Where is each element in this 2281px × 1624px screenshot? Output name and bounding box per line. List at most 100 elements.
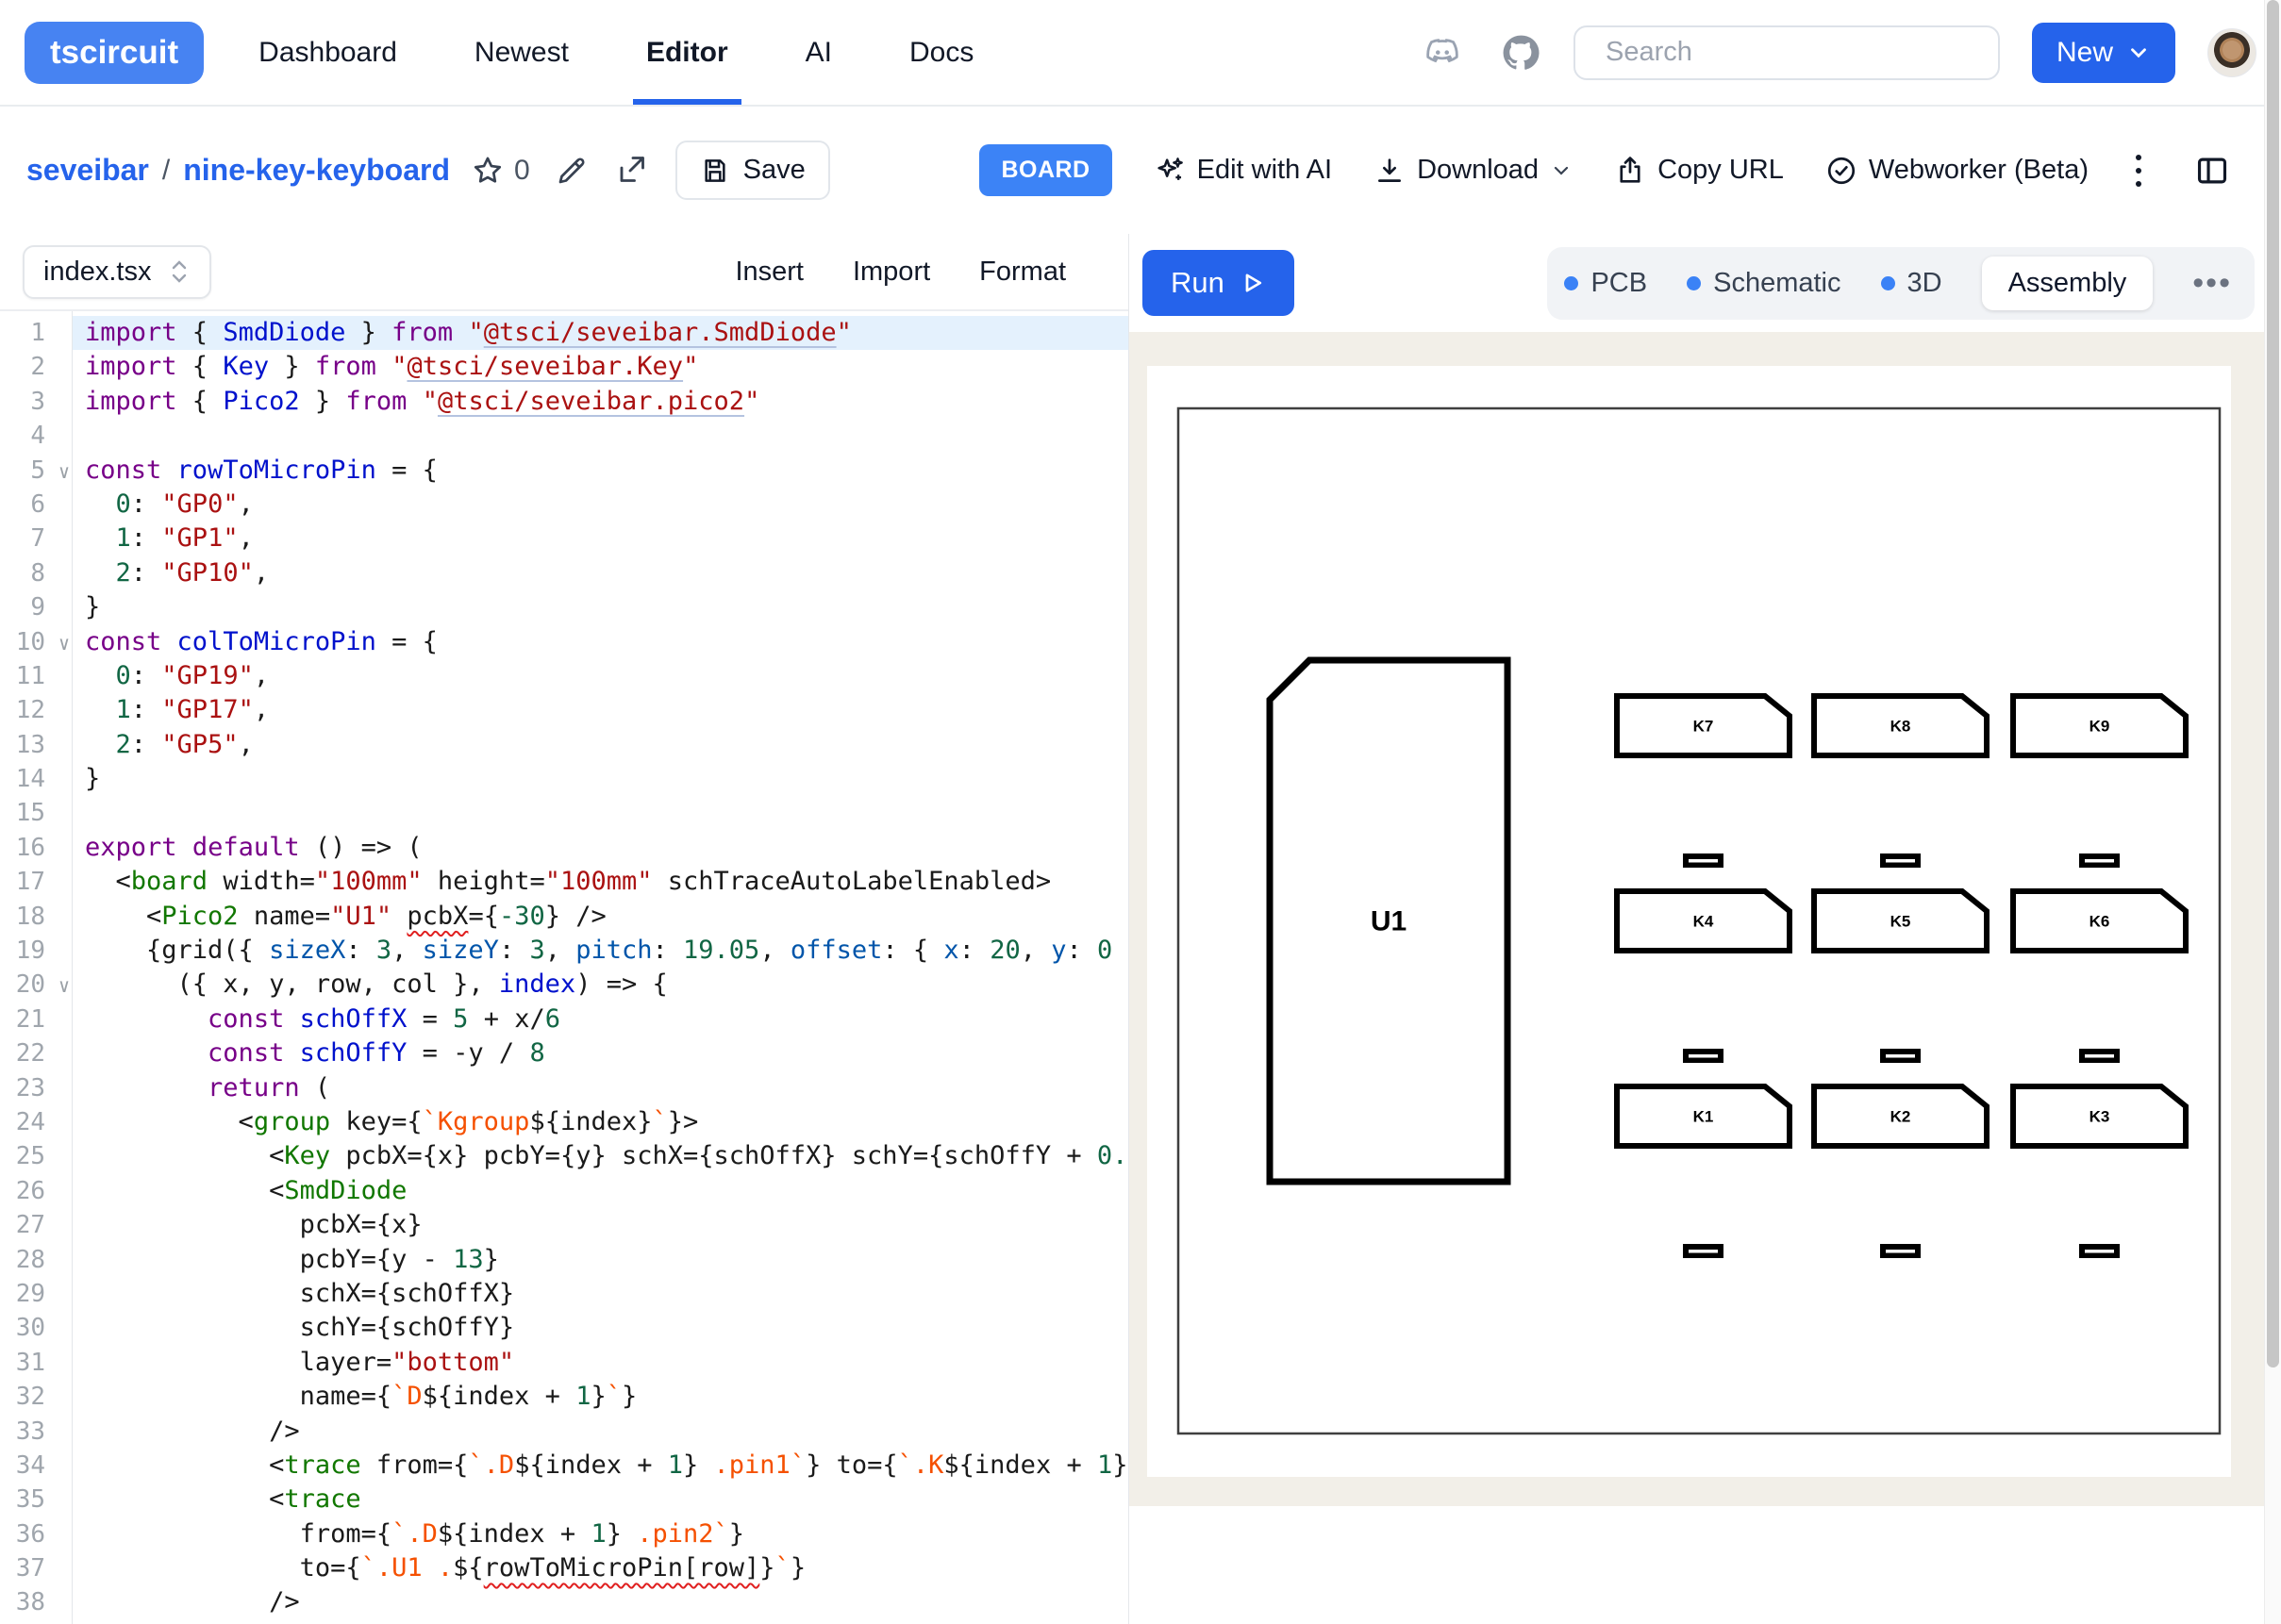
diode-slot (2085, 1250, 2114, 1253)
line-number[interactable]: 38 (0, 1585, 72, 1619)
code-line: 32 name={`D${index + 1}`} (0, 1380, 1128, 1414)
line-number[interactable]: 17 (0, 865, 72, 899)
tab-label: PCB (1590, 268, 1647, 299)
line-number[interactable]: 3 (0, 385, 72, 419)
tab-assembly[interactable]: Assembly (1982, 257, 2154, 310)
board-badge[interactable]: BOARD (979, 144, 1111, 196)
line-number[interactable]: 14 (0, 762, 72, 796)
nav-item-dashboard[interactable]: Dashboard (258, 37, 397, 69)
line-number[interactable]: 31 (0, 1346, 72, 1380)
tab-dot-icon (1687, 276, 1701, 290)
search-input[interactable] (1573, 25, 2000, 80)
breadcrumb-owner[interactable]: seveibar (26, 153, 149, 188)
scrollbar-thumb[interactable] (2267, 0, 2279, 1367)
save-button[interactable]: Save (675, 141, 830, 200)
line-number[interactable]: 4 (0, 419, 72, 453)
breadcrumb-project-name[interactable]: nine-key-keyboard (183, 153, 450, 188)
line-number[interactable]: 1 (0, 316, 72, 350)
fold-chevron-icon[interactable]: ∨ (58, 969, 70, 1003)
star-button[interactable]: 0 (471, 154, 530, 188)
line-number[interactable]: 28 (0, 1243, 72, 1277)
assembly-drawing: U1K7K8K9K4K5K6K1K2K3 (1129, 332, 2264, 1506)
copy-url-button[interactable]: Copy URL (1614, 155, 1784, 187)
file-select-label: index.tsx (43, 257, 151, 288)
line-number[interactable]: 34 (0, 1449, 72, 1483)
line-number[interactable]: 37 (0, 1551, 72, 1585)
key-label-K4: K4 (1693, 913, 1714, 931)
tab-3d[interactable]: 3D (1881, 268, 1942, 299)
tab-pcb[interactable]: PCB (1564, 268, 1647, 299)
code-line: 15 (0, 796, 1128, 830)
line-number[interactable]: 23 (0, 1071, 72, 1105)
line-number[interactable]: 21 (0, 1003, 72, 1036)
nav-item-newest[interactable]: Newest (475, 37, 569, 69)
line-number[interactable]: 24 (0, 1105, 72, 1139)
line-number[interactable]: 12 (0, 693, 72, 727)
code-line: 24 <group key={`Kgroup${index}`}> (0, 1105, 1128, 1139)
github-icon[interactable] (1500, 32, 1541, 74)
line-number[interactable]: 22 (0, 1036, 72, 1070)
line-number[interactable]: 29 (0, 1277, 72, 1311)
editor-menu-import[interactable]: Import (853, 257, 930, 288)
code-line: 13 2: "GP5", (0, 728, 1128, 762)
code-line: 30 schY={schOffY} (0, 1311, 1128, 1345)
fold-chevron-icon[interactable]: ∨ (58, 455, 70, 489)
line-number[interactable]: 7 (0, 522, 72, 555)
line-number[interactable]: 20∨ (0, 968, 72, 1002)
line-number[interactable]: 33 (0, 1415, 72, 1449)
chevron-down-icon (1550, 159, 1573, 182)
line-number[interactable]: 15 (0, 796, 72, 830)
line-number[interactable]: 19 (0, 934, 72, 968)
file-select[interactable]: index.tsx (23, 245, 211, 299)
code-line: 31 layer="bottom" (0, 1346, 1128, 1380)
line-number[interactable]: 13 (0, 728, 72, 762)
download-button[interactable]: Download (1374, 155, 1573, 187)
line-number[interactable]: 8 (0, 556, 72, 590)
line-number[interactable]: 26 (0, 1174, 72, 1208)
line-number[interactable]: 35 (0, 1483, 72, 1516)
editor-menu-insert[interactable]: Insert (735, 257, 804, 288)
code-line: 21 const schOffX = 5 + x/6 (0, 1003, 1128, 1036)
assembly-canvas[interactable]: U1K7K8K9K4K5K6K1K2K3 (1129, 332, 2281, 1506)
line-number[interactable]: 5∨ (0, 454, 72, 488)
tscircuit-logo[interactable]: tscircuit (25, 22, 204, 84)
line-number[interactable]: 30 (0, 1311, 72, 1345)
webworker-label: Webworker (Beta) (1869, 155, 2089, 186)
line-number[interactable]: 2 (0, 350, 72, 384)
download-icon (1374, 155, 1406, 187)
main-nav: Dashboard Newest Editor AI Docs (258, 37, 974, 69)
page-scrollbar[interactable] (2264, 0, 2281, 1624)
code-line: 9} (0, 590, 1128, 624)
line-number[interactable]: 6 (0, 488, 72, 522)
webworker-button[interactable]: Webworker (Beta) (1825, 155, 2089, 187)
fold-chevron-icon[interactable]: ∨ (58, 626, 70, 660)
line-number[interactable]: 10∨ (0, 625, 72, 659)
line-number[interactable]: 18 (0, 900, 72, 934)
nav-item-ai[interactable]: AI (806, 37, 832, 69)
tab-schematic[interactable]: Schematic (1687, 268, 1840, 299)
run-button[interactable]: Run (1142, 250, 1294, 316)
open-external-button[interactable] (613, 154, 647, 188)
tabs-more-button[interactable]: ••• (2192, 265, 2238, 302)
new-button[interactable]: New (2032, 23, 2175, 83)
code-line: 1import { SmdDiode } from "@tsci/seveiba… (0, 316, 1128, 350)
code-editor[interactable]: 1import { SmdDiode } from "@tsci/seveiba… (0, 311, 1128, 1624)
line-number[interactable]: 25 (0, 1139, 72, 1173)
discord-icon[interactable] (1423, 33, 1462, 73)
panel-toggle-button[interactable] (2194, 153, 2230, 189)
line-number[interactable]: 27 (0, 1208, 72, 1242)
line-number[interactable]: 36 (0, 1517, 72, 1551)
top-navbar: tscircuit Dashboard Newest Editor AI Docs Ne… (0, 0, 2281, 107)
nav-item-docs[interactable]: Docs (909, 37, 974, 69)
rename-button[interactable] (555, 154, 589, 188)
nav-item-editor[interactable]: Editor (646, 37, 728, 69)
more-menu-button[interactable] (2130, 149, 2147, 192)
edit-with-ai-button[interactable]: Edit with AI (1154, 155, 1332, 187)
line-number[interactable]: 11 (0, 659, 72, 693)
user-avatar[interactable] (2207, 28, 2256, 77)
line-number[interactable]: 32 (0, 1380, 72, 1414)
line-number[interactable]: 9 (0, 590, 72, 624)
editor-menu-format[interactable]: Format (979, 257, 1066, 288)
code-line: 5∨const rowToMicroPin = { (0, 454, 1128, 488)
line-number[interactable]: 16 (0, 831, 72, 865)
